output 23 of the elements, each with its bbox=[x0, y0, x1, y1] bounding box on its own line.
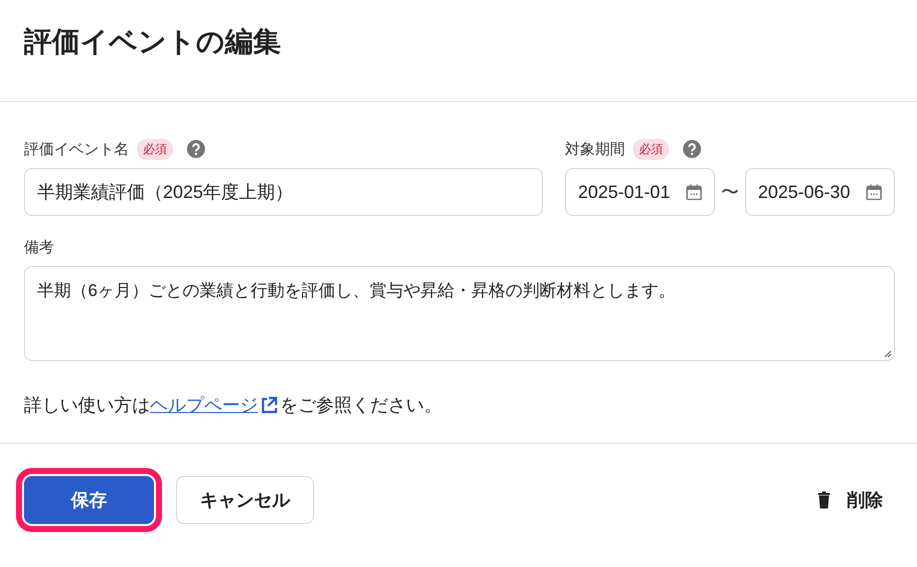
help-page-link[interactable]: ヘルプページ bbox=[150, 393, 258, 417]
required-badge: 必須 bbox=[633, 138, 669, 160]
resize-handle-icon[interactable] bbox=[884, 350, 892, 358]
notes-field[interactable]: 半期（6ヶ月）ごとの業績と行動を評価し、賞与や昇給・昇格の判断材料とします。 bbox=[24, 266, 895, 361]
dialog-title: 評価イベントの編集 bbox=[24, 24, 281, 58]
delete-button[interactable]: 削除 bbox=[805, 476, 895, 524]
help-icon[interactable] bbox=[187, 140, 205, 158]
date-field[interactable]: 2025-06-30 bbox=[745, 168, 895, 216]
field-label: 対象期間 bbox=[565, 140, 625, 158]
help-text: 詳しい使い方はヘルプページ をご参照ください。 bbox=[24, 393, 442, 417]
trash-icon[interactable] bbox=[817, 491, 831, 509]
required-badge: 必須 bbox=[137, 138, 173, 160]
date-field[interactable]: 2025-01-01 bbox=[565, 168, 715, 216]
save-button[interactable]: 保存 bbox=[24, 476, 154, 524]
cancel-button[interactable]: キャンセル bbox=[176, 476, 314, 524]
field-label: 備考 bbox=[24, 238, 54, 256]
external-link-icon[interactable] bbox=[260, 396, 278, 414]
help-icon[interactable] bbox=[683, 140, 701, 158]
field-label: 評価イベント名 bbox=[24, 140, 129, 158]
calendar-icon[interactable] bbox=[686, 184, 702, 200]
calendar-icon[interactable] bbox=[866, 184, 882, 200]
event-name-field[interactable]: 半期業績評価（2025年度上期） bbox=[24, 168, 543, 216]
range-separator: 〜 bbox=[721, 181, 739, 204]
